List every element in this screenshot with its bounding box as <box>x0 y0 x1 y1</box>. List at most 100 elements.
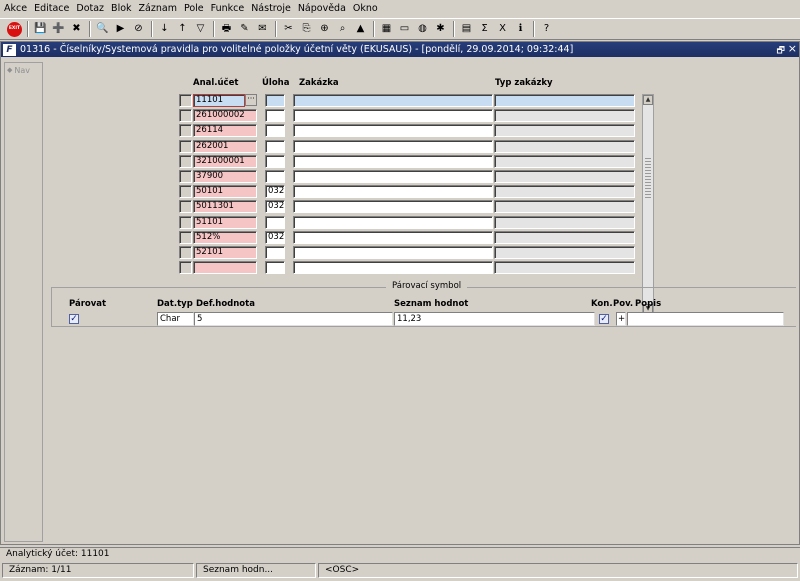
zakazka-cell[interactable] <box>293 261 493 274</box>
uloha-cell[interactable] <box>265 170 285 183</box>
uloha-cell[interactable] <box>265 94 285 107</box>
row-selector[interactable] <box>179 155 192 168</box>
parovat-checkbox[interactable]: ✓ <box>69 314 79 324</box>
row-selector[interactable] <box>179 94 192 107</box>
cancel-query-button[interactable]: ⊘ <box>130 21 147 38</box>
menu-item[interactable]: Dotaz <box>76 3 104 14</box>
zakazka-cell[interactable] <box>293 155 493 168</box>
sum-button[interactable]: Σ <box>476 21 493 38</box>
lov-button[interactable]: ··· <box>245 94 257 106</box>
vertical-scrollbar[interactable]: ▲ ▼ <box>642 94 654 315</box>
row-selector[interactable] <box>179 170 192 183</box>
row-selector[interactable] <box>179 109 192 122</box>
scroll-up-icon[interactable]: ▲ <box>643 95 653 105</box>
seznam-hodnot-field[interactable]: 11,23 <box>394 312 595 326</box>
typ-zakazky-cell[interactable] <box>494 185 635 198</box>
triangle-button[interactable]: ▲ <box>352 21 369 38</box>
restore-icon[interactable]: 🗗 <box>777 43 785 59</box>
menu-item[interactable]: Editace <box>34 3 69 14</box>
menu-item[interactable]: Záznam <box>139 3 177 14</box>
save-button[interactable]: 💾 <box>32 21 49 38</box>
typ-zakazky-cell[interactable] <box>494 170 635 183</box>
help-button[interactable]: ? <box>538 21 555 38</box>
dat-typ-field[interactable]: Char <box>157 312 194 326</box>
cut-button[interactable]: ✂ <box>280 21 297 38</box>
delete-record-button[interactable]: ✖ <box>68 21 85 38</box>
close-icon[interactable]: × <box>788 42 797 55</box>
kon-checkbox[interactable]: ✓ <box>599 314 609 324</box>
row-selector[interactable] <box>179 185 192 198</box>
uloha-cell[interactable]: 032 <box>265 200 285 213</box>
row-selector[interactable] <box>179 246 192 259</box>
uloha-cell[interactable] <box>265 155 285 168</box>
exit-button[interactable]: EXIT <box>6 21 23 38</box>
typ-zakazky-cell[interactable] <box>494 216 635 229</box>
menu-item[interactable]: Nápověda <box>298 3 346 14</box>
row-selector[interactable] <box>179 261 192 274</box>
anal-ucet-cell[interactable]: 5011301 <box>193 200 257 213</box>
zakazka-cell[interactable] <box>293 94 493 107</box>
find-button[interactable]: ⌕ <box>334 21 351 38</box>
zakazka-cell[interactable] <box>293 216 493 229</box>
uloha-cell[interactable] <box>265 140 285 153</box>
uloha-cell[interactable] <box>265 109 285 122</box>
document-button[interactable]: ▭ <box>396 21 413 38</box>
menu-item[interactable]: Blok <box>111 3 131 14</box>
globe-button[interactable]: ◍ <box>414 21 431 38</box>
print-button[interactable]: 🖶 <box>218 21 235 38</box>
filter-button[interactable]: ▽ <box>192 21 209 38</box>
uloha-cell[interactable]: 032 <box>265 231 285 244</box>
uloha-cell[interactable] <box>265 261 285 274</box>
uloha-cell[interactable] <box>265 246 285 259</box>
menu-item[interactable]: Nástroje <box>251 3 291 14</box>
info-button[interactable]: ℹ <box>512 21 529 38</box>
anal-ucet-cell[interactable]: 37900 <box>193 170 257 183</box>
anal-ucet-cell[interactable]: 51101 <box>193 216 257 229</box>
pov-field[interactable]: + <box>616 312 626 326</box>
anal-ucet-cell[interactable]: 321000001 <box>193 155 257 168</box>
uloha-cell[interactable]: 032 <box>265 185 285 198</box>
excel-button[interactable]: X <box>494 21 511 38</box>
anal-ucet-cell[interactable]: 52101 <box>193 246 257 259</box>
sort-desc-button[interactable]: ↑ <box>174 21 191 38</box>
wheel-button[interactable]: ✱ <box>432 21 449 38</box>
copy-button[interactable]: ⎘ <box>298 21 315 38</box>
typ-zakazky-cell[interactable] <box>494 94 635 107</box>
anal-ucet-cell[interactable]: 512% <box>193 231 257 244</box>
nav-panel[interactable]: ◆ Nav <box>4 62 43 542</box>
menu-item[interactable]: Akce <box>4 3 27 14</box>
anal-ucet-cell[interactable]: 11101 <box>193 94 245 107</box>
typ-zakazky-cell[interactable] <box>494 261 635 274</box>
menu-item[interactable]: Okno <box>353 3 378 14</box>
uloha-cell[interactable] <box>265 216 285 229</box>
zakazka-cell[interactable] <box>293 231 493 244</box>
mail-button[interactable]: ✉ <box>254 21 271 38</box>
anal-ucet-cell[interactable]: 261000002 <box>193 109 257 122</box>
typ-zakazky-cell[interactable] <box>494 140 635 153</box>
zakazka-cell[interactable] <box>293 124 493 137</box>
typ-zakazky-cell[interactable] <box>494 246 635 259</box>
typ-zakazky-cell[interactable] <box>494 155 635 168</box>
anal-ucet-cell[interactable]: 26114 <box>193 124 257 137</box>
menu-item[interactable]: Funkce <box>211 3 245 14</box>
scroll-grip[interactable] <box>645 158 651 198</box>
typ-zakazky-cell[interactable] <box>494 231 635 244</box>
uloha-cell[interactable] <box>265 124 285 137</box>
zakazka-cell[interactable] <box>293 140 493 153</box>
def-hodnota-field[interactable]: 5 <box>194 312 393 326</box>
new-record-button[interactable]: ➕ <box>50 21 67 38</box>
typ-zakazky-cell[interactable] <box>494 200 635 213</box>
chart-button[interactable]: ▦ <box>378 21 395 38</box>
edit-button[interactable]: ✎ <box>236 21 253 38</box>
typ-zakazky-cell[interactable] <box>494 109 635 122</box>
zakazka-cell[interactable] <box>293 185 493 198</box>
row-selector[interactable] <box>179 216 192 229</box>
row-selector[interactable] <box>179 200 192 213</box>
zoom-button[interactable]: ⊕ <box>316 21 333 38</box>
menu-item[interactable]: Pole <box>184 3 204 14</box>
query-button[interactable]: 🔍 <box>94 21 111 38</box>
row-selector[interactable] <box>179 231 192 244</box>
execute-query-button[interactable]: ▶ <box>112 21 129 38</box>
row-selector[interactable] <box>179 140 192 153</box>
zakazka-cell[interactable] <box>293 246 493 259</box>
